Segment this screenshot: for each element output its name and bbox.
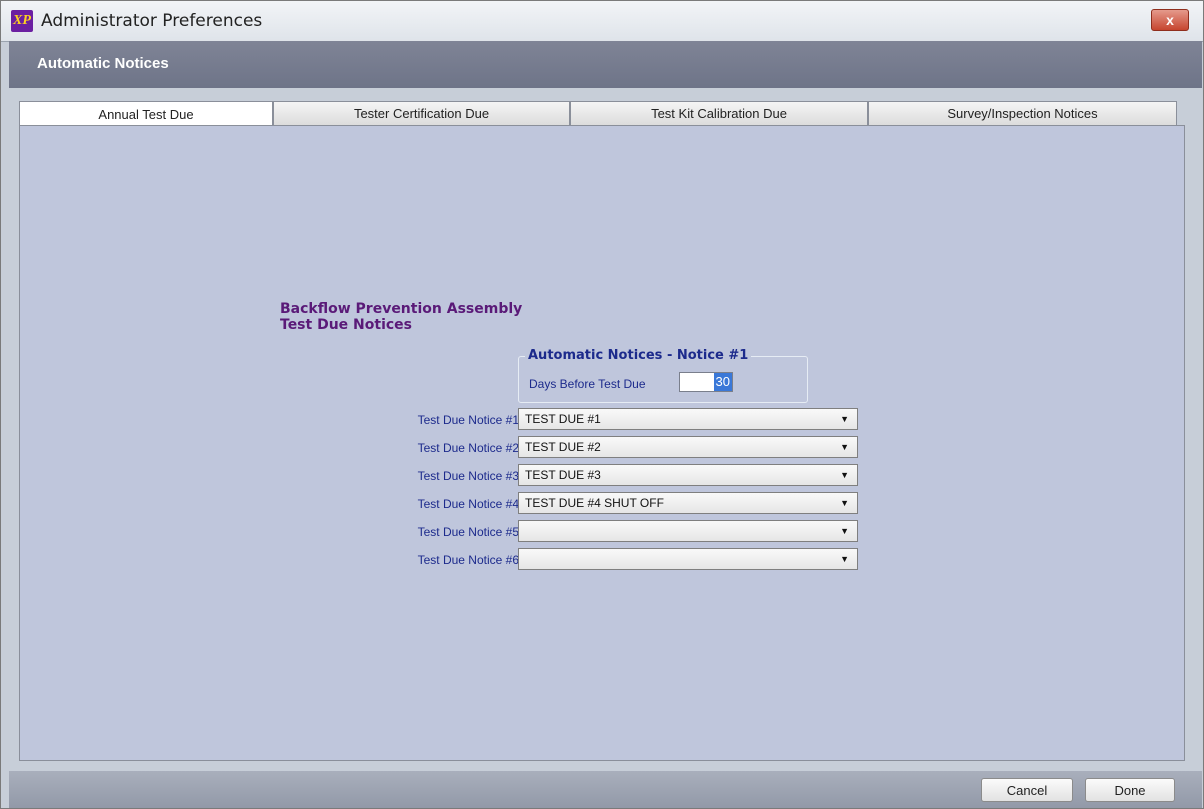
notice-row-3: Test Due Notice #3 TEST DUE #3 ▼ [20,464,1186,488]
notice-select-5[interactable]: ▼ [518,520,858,542]
close-icon: x [1166,12,1174,28]
chevron-down-icon: ▼ [840,554,849,564]
notice-row-1: Test Due Notice #1 TEST DUE #1 ▼ [20,408,1186,432]
notice-row-4: Test Due Notice #4 TEST DUE #4 SHUT OFF ▼ [20,492,1186,516]
notice-select-1[interactable]: TEST DUE #1 ▼ [518,408,858,430]
chevron-down-icon: ▼ [840,498,849,508]
section-title: Automatic Notices [37,55,169,72]
notice-label-4: Test Due Notice #4 [417,497,519,511]
days-before-value: 30 [713,373,732,391]
close-button[interactable]: x [1151,9,1189,31]
cancel-button[interactable]: Cancel [981,778,1073,802]
tab-content-panel: Backflow Prevention Assembly Test Due No… [19,125,1185,761]
notice-label-5: Test Due Notice #5 [417,525,519,539]
notice-select-value-2: TEST DUE #2 [525,440,601,454]
chevron-down-icon: ▼ [840,442,849,452]
notice-label-6: Test Due Notice #6 [417,553,519,567]
notice-select-2[interactable]: TEST DUE #2 ▼ [518,436,858,458]
footer-bar: Cancel Done [9,771,1202,808]
days-before-label: Days Before Test Due [529,377,646,391]
notice-select-value-4: TEST DUE #4 SHUT OFF [525,496,664,510]
tab-tester-certification-due[interactable]: Tester Certification Due [273,101,570,125]
notice-select-3[interactable]: TEST DUE #3 ▼ [518,464,858,486]
notice-row-5: Test Due Notice #5 ▼ [20,520,1186,544]
chevron-down-icon: ▼ [840,470,849,480]
chevron-down-icon: ▼ [840,526,849,536]
done-button[interactable]: Done [1085,778,1175,802]
window-title: Administrator Preferences [41,11,263,31]
tab-survey-inspection-notices[interactable]: Survey/Inspection Notices [868,101,1177,125]
heading-line-2: Test Due Notices [280,317,412,333]
automatic-notices-group: Automatic Notices - Notice #1 Days Befor… [518,348,808,403]
heading-line-1: Backflow Prevention Assembly [280,301,523,317]
tab-annual-test-due[interactable]: Annual Test Due [19,101,273,126]
tab-test-kit-calibration-due[interactable]: Test Kit Calibration Due [570,101,868,125]
chevron-down-icon: ▼ [840,414,849,424]
notice-select-6[interactable]: ▼ [518,548,858,570]
tab-bar: Annual Test Due Tester Certification Due… [19,101,1177,126]
notice-label-2: Test Due Notice #2 [417,441,519,455]
notice-select-value-3: TEST DUE #3 [525,468,601,482]
days-before-input[interactable]: 30 [679,372,733,392]
group-legend: Automatic Notices - Notice #1 [525,348,752,363]
notice-select-value-1: TEST DUE #1 [525,412,601,426]
page-heading: Backflow Prevention Assembly Test Due No… [280,301,522,333]
title-bar: XP Administrator Preferences x [1,1,1203,42]
notice-select-4[interactable]: TEST DUE #4 SHUT OFF ▼ [518,492,858,514]
notice-label-1: Test Due Notice #1 [417,413,519,427]
notice-row-6: Test Due Notice #6 ▼ [20,548,1186,572]
notice-label-3: Test Due Notice #3 [417,469,519,483]
notice-row-2: Test Due Notice #2 TEST DUE #2 ▼ [20,436,1186,460]
preferences-window: XP Administrator Preferences x Automatic… [0,0,1204,809]
section-header: Automatic Notices [9,41,1202,88]
app-logo-icon: XP [11,10,33,32]
